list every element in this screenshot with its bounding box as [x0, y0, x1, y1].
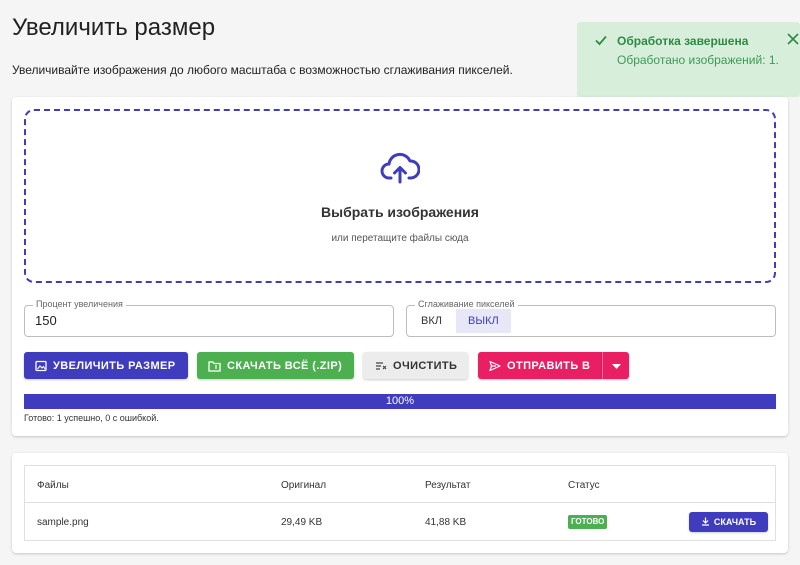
download-zip-label: СКАЧАТЬ ВСЁ (.ZIP)	[227, 359, 343, 372]
smoothing-label: Сглаживание пикселей	[415, 299, 518, 309]
clear-button[interactable]: ОЧИСТИТЬ	[363, 352, 468, 379]
upscale-label: УВЕЛИЧИТЬ РАЗМЕР	[53, 359, 176, 372]
smoothing-on-toggle[interactable]: ВКЛ	[409, 309, 454, 333]
folder-zip-icon	[208, 360, 221, 372]
scale-percent-input[interactable]	[35, 313, 375, 328]
col-header-status: Статус	[568, 480, 600, 491]
file-dropzone[interactable]: Выбрать изображения или перетащите файлы…	[24, 109, 776, 283]
row-file-name: sample.png	[37, 517, 89, 528]
scale-percent-field: Процент увеличения	[24, 299, 394, 337]
image-icon	[35, 360, 47, 372]
toast-message: Обработано изображений: 1.	[617, 53, 779, 67]
clear-list-icon	[375, 360, 387, 372]
send-to-menu-button[interactable]	[602, 352, 629, 379]
smoothing-off-toggle[interactable]: ВЫКЛ	[456, 309, 511, 333]
download-zip-button[interactable]: СКАЧАТЬ ВСЁ (.ZIP)	[197, 352, 354, 379]
send-icon	[489, 360, 501, 372]
status-badge: ГОТОВО	[568, 515, 608, 529]
row-result-size: 41,88 KB	[425, 517, 467, 528]
download-file-label: СКАЧАТЬ	[713, 517, 757, 527]
close-icon[interactable]	[787, 32, 799, 50]
upscale-button[interactable]: УВЕЛИЧИТЬ РАЗМЕР	[24, 352, 188, 379]
process-status: Готово: 1 успешно, 0 с ошибкой.	[24, 413, 159, 423]
smoothing-field: Сглаживание пикселей ВКЛ ВЫКЛ	[406, 299, 776, 337]
dropzone-title: Выбрать изображения	[321, 204, 479, 220]
success-toast: Обработка завершена Обработано изображен…	[577, 22, 800, 97]
page-title: Увеличить размер	[12, 14, 216, 41]
files-table: Файлы Оригинал Результат Статус sample.p…	[24, 465, 776, 541]
send-to-button[interactable]: ОТПРАВИТЬ В	[478, 352, 602, 379]
progress-label: 100%	[385, 395, 415, 407]
send-to-label: ОТПРАВИТЬ В	[507, 359, 591, 372]
download-icon	[701, 517, 710, 528]
table-divider	[25, 502, 775, 503]
page-subtitle: Увеличивайте изображения до любого масшт…	[12, 63, 513, 77]
dropzone-subtitle: или перетащите файлы сюда	[331, 233, 469, 244]
row-original-size: 29,49 KB	[281, 517, 323, 528]
cloud-upload-icon	[380, 151, 421, 190]
caret-down-icon	[611, 360, 621, 372]
toast-title: Обработка завершена	[617, 34, 749, 48]
files-card: Файлы Оригинал Результат Статус sample.p…	[12, 453, 788, 553]
progress-bar: 100%	[24, 394, 776, 409]
clear-label: ОЧИСТИТЬ	[393, 359, 458, 372]
check-icon	[594, 33, 608, 52]
col-header-result: Результат	[425, 480, 471, 491]
col-header-original: Оригинал	[281, 480, 327, 491]
download-file-button[interactable]: СКАЧАТЬ	[689, 512, 768, 532]
scale-percent-label: Процент увеличения	[33, 299, 126, 309]
upscale-card: Выбрать изображения или перетащите файлы…	[12, 97, 788, 436]
col-header-files: Файлы	[37, 480, 69, 491]
